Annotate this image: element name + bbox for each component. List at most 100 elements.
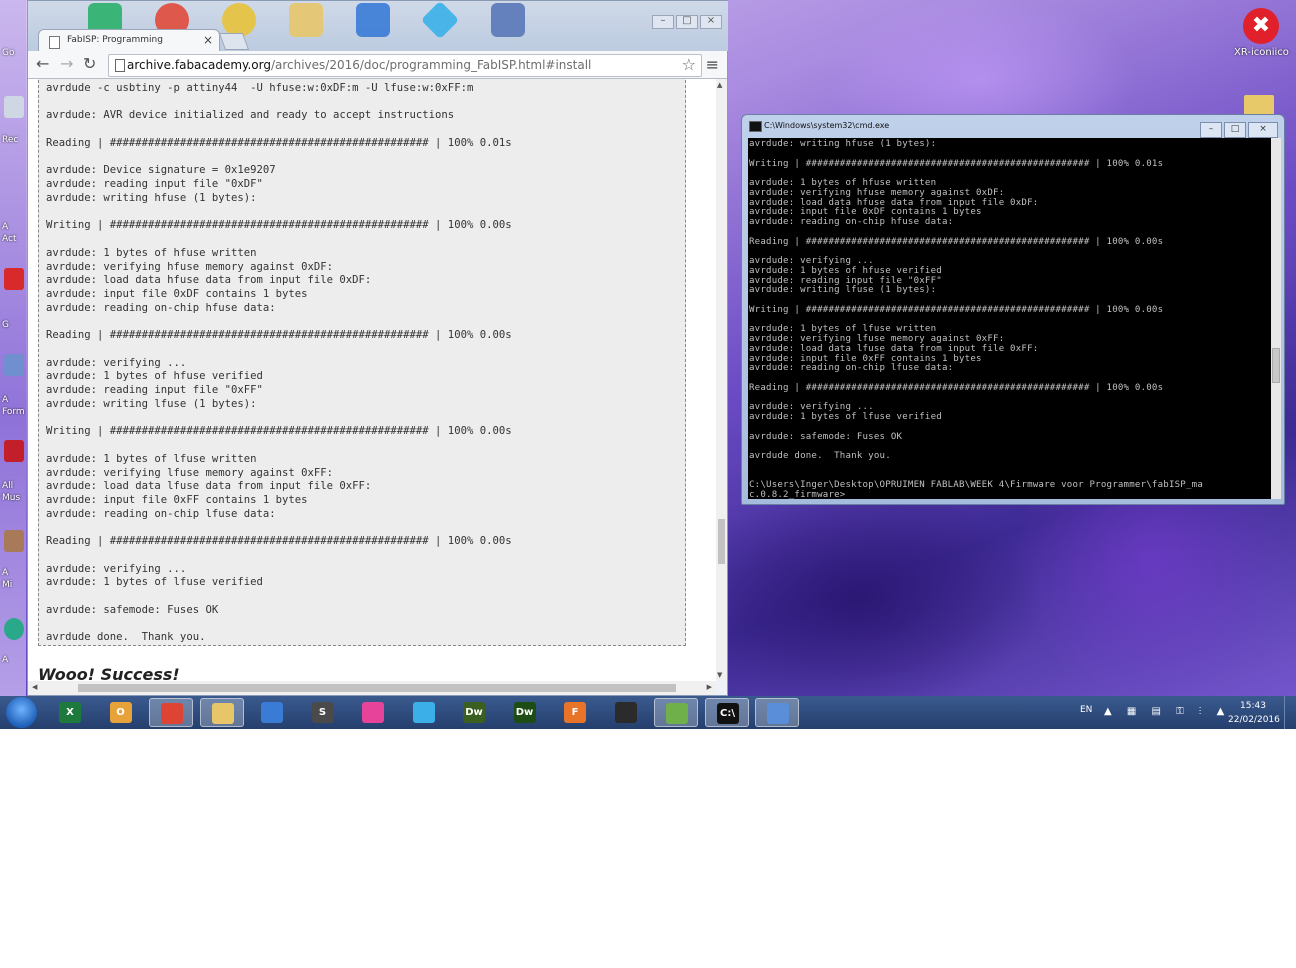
url-text: archive.fabacademy.org/archives/2016/doc… — [127, 58, 591, 72]
desktop-label: Mus — [2, 493, 21, 503]
cmd-title: C:\Windows\system32\cmd.exe — [764, 121, 890, 130]
tab-title: FabISP: Programming — [67, 35, 163, 45]
taskbar-file-explorer-button[interactable] — [199, 698, 244, 727]
chrome-icon — [161, 703, 183, 724]
language-indicator[interactable]: EN — [1080, 705, 1092, 715]
dreamweaver-icon: Dw — [463, 702, 485, 723]
color-blocks-icon — [362, 702, 384, 723]
scroll-up-icon[interactable]: ▲ — [717, 81, 722, 89]
photo-shortcut-icon[interactable] — [4, 530, 24, 552]
cmd-minimize-button[interactable]: – — [1200, 122, 1222, 138]
taskbar-excel-button[interactable]: X — [48, 698, 92, 727]
forward-arrow-icon[interactable]: → — [60, 54, 73, 73]
tray-icons[interactable]: ▲ ▦ ▤ ⚿ ⫶ ▲ — [1104, 706, 1230, 717]
xr-icon-label: XR-iconiico — [1234, 47, 1289, 58]
cmd-output: avrdude: writing hfuse (1 bytes): Writin… — [749, 139, 1203, 499]
desktop-label: Act — [2, 234, 17, 244]
taskbar-chrome-button[interactable] — [149, 698, 193, 727]
outlook-icon: O — [109, 702, 132, 723]
desktop-left-icons: Go Rec A Act G A Form All Mus A Mi A — [0, 0, 26, 700]
taskbar-sublime-text-button[interactable]: S — [301, 698, 345, 727]
file-explorer-icon — [211, 703, 234, 724]
xr-app-icon[interactable]: ✖ — [1243, 8, 1279, 44]
inkscape-pen-icon — [261, 702, 283, 723]
address-bar[interactable]: archive.fabacademy.org/archives/2016/doc… — [108, 54, 702, 77]
cmd-scroll-thumb[interactable] — [1272, 348, 1280, 383]
notepad-chart-icon — [666, 703, 688, 724]
taskbar-control-panel-button[interactable] — [755, 698, 799, 727]
cmd-console[interactable]: avrdude: writing hfuse (1 bytes): Writin… — [748, 138, 1271, 499]
scroll-left-icon[interactable]: ◀ — [32, 683, 37, 691]
cmd-close-button[interactable]: × — [1248, 122, 1278, 138]
taskbar-outlook-button[interactable]: O — [99, 698, 143, 727]
back-arrow-icon[interactable]: ← — [36, 54, 49, 73]
taskbar: X O S Dw Dw F C:\ EN ▲ ▦ ▤ ⚿ ⫶ ▲ 15:43 22/02/2… — [0, 696, 1296, 729]
pen-app-icon — [356, 3, 391, 37]
vertical-scrollbar[interactable]: ▲ ▼ — [716, 79, 727, 681]
url-domain: archive.fabacademy.org — [127, 58, 271, 72]
taskbar-inkscape-pen-button[interactable] — [250, 698, 294, 727]
close-button[interactable]: × — [700, 15, 722, 29]
cmd-maximize-button[interactable]: □ — [1224, 122, 1246, 138]
scroll-down-icon[interactable]: ▼ — [717, 671, 722, 679]
tab-close-icon[interactable]: × — [203, 33, 213, 47]
reload-icon[interactable]: ↻ — [83, 54, 96, 73]
page-favicon-icon — [49, 36, 60, 49]
inkscape-icon — [614, 702, 637, 723]
cmd-window: C:\Windows\system32\cmd.exe – □ × avrdude:… — [741, 114, 1285, 505]
clock-time[interactable]: 15:43 — [1240, 701, 1266, 711]
page-info-icon[interactable] — [115, 59, 125, 72]
diamond-bg-icon — [421, 0, 460, 40]
excel-icon: X — [59, 702, 81, 723]
start-button[interactable] — [6, 697, 37, 728]
horizontal-scroll-thumb[interactable] — [78, 684, 676, 692]
cmd-window-controls: – □ × — [1198, 116, 1278, 138]
desktop-label: Mi — [2, 580, 13, 590]
app-shortcut-icon[interactable] — [4, 354, 24, 376]
tab-fabisp-programming[interactable]: FabISP: Programming × — [38, 29, 220, 52]
desktop-label: A — [2, 222, 9, 232]
desktop-label: A — [2, 395, 9, 405]
clock-app-icon — [222, 3, 257, 37]
desktop-label: All — [2, 481, 14, 491]
desktop-label: Form — [2, 407, 25, 417]
cmd-scrollbar[interactable] — [1271, 138, 1281, 499]
taskbar-diamond-app-button[interactable] — [402, 698, 446, 727]
minimize-button[interactable]: – — [652, 15, 674, 29]
recycle-bin-icon[interactable] — [4, 96, 24, 118]
taskbar-cmd-taskbar-button[interactable]: C:\ — [704, 698, 749, 727]
music-shortcut-icon[interactable] — [4, 440, 24, 462]
page-content: avrdude -c usbtiny -p attiny44 -U hfuse:… — [28, 79, 716, 681]
fusion-360-icon: F — [564, 702, 586, 723]
show-desktop-button[interactable] — [1284, 696, 1296, 729]
green-app-icon[interactable] — [4, 618, 24, 640]
taskbar-color-blocks-button[interactable] — [351, 698, 395, 727]
vertical-scroll-thumb[interactable] — [718, 519, 725, 564]
cmd-taskbar-icon: C:\ — [716, 703, 739, 724]
scroll-right-icon[interactable]: ▶ — [707, 683, 712, 691]
url-path: /archives/2016/doc/programming_FabISP.ht… — [270, 58, 592, 72]
horizontal-scrollbar[interactable]: ◀ ▶ — [28, 681, 716, 695]
sublime-text-icon: S — [311, 702, 334, 723]
desktop-label: Rec — [2, 135, 19, 145]
chrome-menu-icon[interactable]: ≡ — [706, 55, 719, 74]
cmd-icon — [749, 121, 762, 132]
acrobat-icon[interactable] — [4, 268, 24, 290]
desktop-label: G — [2, 320, 9, 330]
taskbar-fusion-360-button[interactable]: F — [553, 698, 597, 727]
taskbar-dreamweaver-2-button[interactable]: Dw — [503, 698, 547, 727]
folder-app-icon — [289, 3, 324, 37]
taskbar-inkscape-button[interactable] — [604, 698, 648, 727]
desktop-label: Go — [2, 48, 15, 58]
clock-date[interactable]: 22/02/2016 — [1228, 715, 1280, 725]
taskbar-notepad-chart-button[interactable] — [654, 698, 698, 727]
taskbar-dreamweaver-button[interactable]: Dw — [452, 698, 496, 727]
bookmark-star-icon[interactable]: ☆ — [682, 55, 696, 74]
diamond-app-icon — [412, 702, 435, 723]
browser-window: FabISP: Programming × – □ × ← → ↻ archive.… — [27, 0, 728, 696]
desktop-label: A — [2, 568, 9, 578]
browser-window-controls: – □ × — [650, 15, 722, 29]
maximize-button[interactable]: □ — [676, 15, 698, 29]
tab-strip: FabISP: Programming × – □ × — [28, 0, 728, 52]
browser-toolbar: ← → ↻ archive.fabacademy.org/archives/20… — [28, 51, 727, 79]
